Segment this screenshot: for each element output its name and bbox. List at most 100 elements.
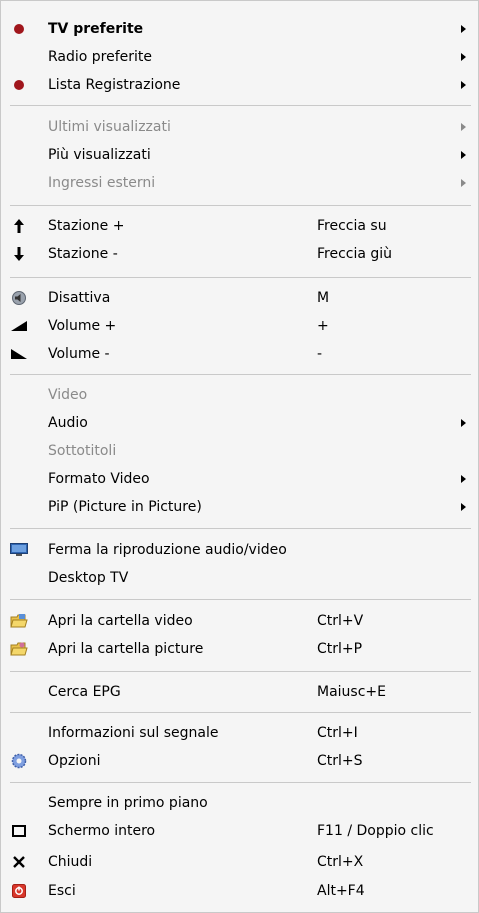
fullscreen-icon <box>10 822 28 840</box>
menu-item-label: Cerca EPG <box>48 684 121 700</box>
submenu-arrow-icon <box>461 179 466 187</box>
menu-item-label: Video <box>48 387 88 403</box>
menu-separator <box>10 671 471 672</box>
menu-item-label: Apri la cartella video <box>48 613 193 629</box>
menu-separator <box>10 105 471 106</box>
menu-item-label: Disattiva <box>48 290 111 306</box>
menu-item-label: Formato Video <box>48 471 150 487</box>
menu-item-shortcut: Ctrl+I <box>317 725 358 741</box>
menu-item-label: Radio preferite <box>48 49 153 65</box>
folder-picture-icon <box>10 640 28 658</box>
menu-separator <box>10 599 471 600</box>
menu-separator <box>10 528 471 529</box>
folder-video-icon <box>10 612 28 630</box>
menu-item-disattiva[interactable]: Disattiva M <box>1 284 478 312</box>
menu-item-label: Informazioni sul segnale <box>48 725 219 741</box>
menu-item-label: Ultimi visualizzati <box>48 119 171 135</box>
menu-item-label: Stazione + <box>48 218 125 234</box>
menu-item-esci[interactable]: Esci Alt+F4 <box>1 877 478 905</box>
red-dot-icon <box>10 20 28 38</box>
menu-item-label: Volume - <box>48 346 110 362</box>
menu-item-tv-preferite[interactable]: TV preferite <box>1 15 478 43</box>
submenu-arrow-icon <box>461 81 466 89</box>
menu-item-shortcut: Ctrl+V <box>317 613 364 629</box>
exit-icon <box>10 882 28 900</box>
menu-item-shortcut: Freccia giù <box>317 246 393 262</box>
menu-item-volume-meno[interactable]: Volume - - <box>1 340 478 368</box>
submenu-arrow-icon <box>461 419 466 427</box>
menu-item-label: Sottotitoli <box>48 443 117 459</box>
menu-item-stazione-piu[interactable]: Stazione + Freccia su <box>1 212 478 240</box>
menu-item-pip[interactable]: PiP (Picture in Picture) <box>1 493 478 521</box>
menu-item-shortcut: Ctrl+X <box>317 854 364 870</box>
menu-item-label: Audio <box>48 415 88 431</box>
menu-item-ingressi-esterni: Ingressi esterni <box>1 169 478 197</box>
menu-item-shortcut: Ctrl+S <box>317 753 363 769</box>
menu-separator <box>10 712 471 713</box>
menu-item-video: Video <box>1 381 478 409</box>
menu-item-schermo-intero[interactable]: Schermo intero F11 / Doppio clic <box>1 817 478 845</box>
menu-item-sottotitoli: Sottotitoli <box>1 437 478 465</box>
menu-separator <box>10 374 471 375</box>
menu-item-shortcut: Freccia su <box>317 218 387 234</box>
menu-separator <box>10 205 471 206</box>
submenu-arrow-icon <box>461 503 466 511</box>
menu-item-label: Più visualizzati <box>48 147 151 163</box>
menu-item-sempre-primo-piano[interactable]: Sempre in primo piano <box>1 789 478 817</box>
menu-item-shortcut: Ctrl+P <box>317 641 363 657</box>
menu-item-shortcut: Alt+F4 <box>317 883 365 899</box>
menu-item-label: Schermo intero <box>48 823 156 839</box>
menu-item-piu-visualizzati[interactable]: Più visualizzati <box>1 141 478 169</box>
menu-item-label: Apri la cartella picture <box>48 641 204 657</box>
menu-item-label: Lista Registrazione <box>48 77 181 93</box>
menu-item-shortcut: - <box>317 346 323 362</box>
menu-item-cerca-epg[interactable]: Cerca EPG Maiusc+E <box>1 678 478 706</box>
menu-item-label: Desktop TV <box>48 570 129 586</box>
monitor-icon <box>10 541 28 559</box>
submenu-arrow-icon <box>461 475 466 483</box>
menu-item-desktop-tv[interactable]: Desktop TV <box>1 564 478 592</box>
menu-item-label: Ferma la riproduzione audio/video <box>48 542 287 558</box>
menu-item-ferma-riproduzione[interactable]: Ferma la riproduzione audio/video <box>1 536 478 564</box>
menu-item-label: Volume + <box>48 318 117 334</box>
menu-item-label: Sempre in primo piano <box>48 795 208 811</box>
mute-icon <box>10 289 28 307</box>
context-menu: TV preferite Radio preferite Lista Regis… <box>0 0 479 913</box>
menu-item-label: PiP (Picture in Picture) <box>48 499 202 515</box>
menu-item-label: Esci <box>48 883 76 899</box>
menu-item-volume-piu[interactable]: Volume + + <box>1 312 478 340</box>
submenu-arrow-icon <box>461 53 466 61</box>
menu-separator <box>10 782 471 783</box>
red-dot-icon <box>10 76 28 94</box>
menu-item-label: Ingressi esterni <box>48 175 156 191</box>
menu-item-label: Stazione - <box>48 246 118 262</box>
menu-item-apri-cartella-picture[interactable]: Apri la cartella picture Ctrl+P <box>1 635 478 663</box>
menu-item-stazione-meno[interactable]: Stazione - Freccia giù <box>1 240 478 268</box>
menu-item-lista-registrazione[interactable]: Lista Registrazione <box>1 71 478 99</box>
menu-item-audio[interactable]: Audio <box>1 409 478 437</box>
menu-item-shortcut: + <box>317 318 329 334</box>
menu-item-label: TV preferite <box>48 21 144 37</box>
menu-item-label: Chiudi <box>48 854 93 870</box>
menu-item-shortcut: M <box>317 290 330 306</box>
submenu-arrow-icon <box>461 151 466 159</box>
gear-icon <box>10 752 28 770</box>
menu-item-chiudi[interactable]: Chiudi Ctrl+X <box>1 848 478 876</box>
volume-up-icon <box>10 317 28 335</box>
arrow-down-icon <box>10 245 28 263</box>
menu-item-shortcut: Maiusc+E <box>317 684 386 700</box>
menu-item-ultimi-visualizzati: Ultimi visualizzati <box>1 113 478 141</box>
menu-item-formato-video[interactable]: Formato Video <box>1 465 478 493</box>
volume-down-icon <box>10 345 28 363</box>
menu-item-label: Opzioni <box>48 753 101 769</box>
menu-item-opzioni[interactable]: Opzioni Ctrl+S <box>1 747 478 775</box>
menu-separator <box>10 277 471 278</box>
menu-item-apri-cartella-video[interactable]: Apri la cartella video Ctrl+V <box>1 607 478 635</box>
menu-item-radio-preferite[interactable]: Radio preferite <box>1 43 478 71</box>
submenu-arrow-icon <box>461 25 466 33</box>
arrow-up-icon <box>10 217 28 235</box>
menu-item-shortcut: F11 / Doppio clic <box>317 823 434 839</box>
menu-item-informazioni-segnale[interactable]: Informazioni sul segnale Ctrl+I <box>1 719 478 747</box>
submenu-arrow-icon <box>461 123 466 131</box>
close-icon <box>10 853 28 871</box>
